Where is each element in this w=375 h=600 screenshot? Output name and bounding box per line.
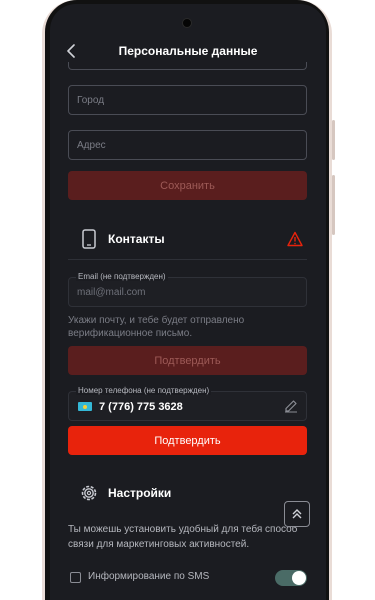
sms-label: Информирование по SMS xyxy=(88,571,210,582)
save-button-label: Сохранить xyxy=(160,179,215,192)
kazakhstan-flag-icon xyxy=(78,402,92,411)
warning-icon xyxy=(287,231,303,247)
save-button[interactable]: Сохранить xyxy=(68,171,307,200)
scroll-to-top-button[interactable] xyxy=(284,501,310,527)
back-button[interactable] xyxy=(62,42,80,60)
chevron-left-icon xyxy=(67,44,75,58)
email-field[interactable]: Email (не подтвержден) mail@mail.com xyxy=(68,272,307,307)
confirm-phone-label: Подтвердить xyxy=(154,434,221,447)
front-camera xyxy=(182,18,192,28)
phone-value: 7 (776) 775 3628 xyxy=(99,401,183,413)
toggle-knob xyxy=(292,571,306,585)
phone-field[interactable]: Номер телефона (не подтвержден) 7 (776) … xyxy=(68,386,307,421)
app-screen: Персональные данные Город Адрес Сохранит… xyxy=(50,4,326,600)
phone-volume-button xyxy=(332,120,335,160)
confirm-phone-button[interactable]: Подтвердить xyxy=(68,426,307,455)
city-input[interactable]: Город xyxy=(68,85,307,115)
edit-icon[interactable] xyxy=(284,399,298,413)
sms-checkbox[interactable] xyxy=(70,572,81,583)
double-chevron-up-icon xyxy=(292,509,302,519)
contacts-title: Контакты xyxy=(108,232,165,246)
gear-icon xyxy=(78,482,100,504)
previous-field[interactable] xyxy=(68,62,307,70)
phone-power-button xyxy=(332,175,335,235)
settings-title: Настройки xyxy=(108,486,172,500)
settings-section-header: Настройки xyxy=(68,478,307,508)
page-title: Персональные данные xyxy=(118,44,258,58)
settings-description: Ты можешь установить удобный для тебя сп… xyxy=(68,524,298,550)
email-value: mail@mail.com xyxy=(77,287,146,298)
email-field-label: Email (не подтвержден) xyxy=(76,272,168,281)
email-hint: Укажи почту, и тебе будет отправлено вер… xyxy=(68,315,245,339)
confirm-email-button[interactable]: Подтвердить xyxy=(68,346,307,375)
city-placeholder: Город xyxy=(77,94,105,106)
sms-toggle[interactable] xyxy=(275,570,307,586)
smartphone-icon xyxy=(78,228,100,250)
contacts-divider xyxy=(68,259,307,260)
address-placeholder: Адрес xyxy=(77,139,106,151)
confirm-email-label: Подтвердить xyxy=(154,354,221,367)
address-input[interactable]: Адрес xyxy=(68,130,307,160)
contacts-section-header: Контакты xyxy=(68,224,307,254)
phone-field-label: Номер телефона (не подтвержден) xyxy=(76,386,212,395)
